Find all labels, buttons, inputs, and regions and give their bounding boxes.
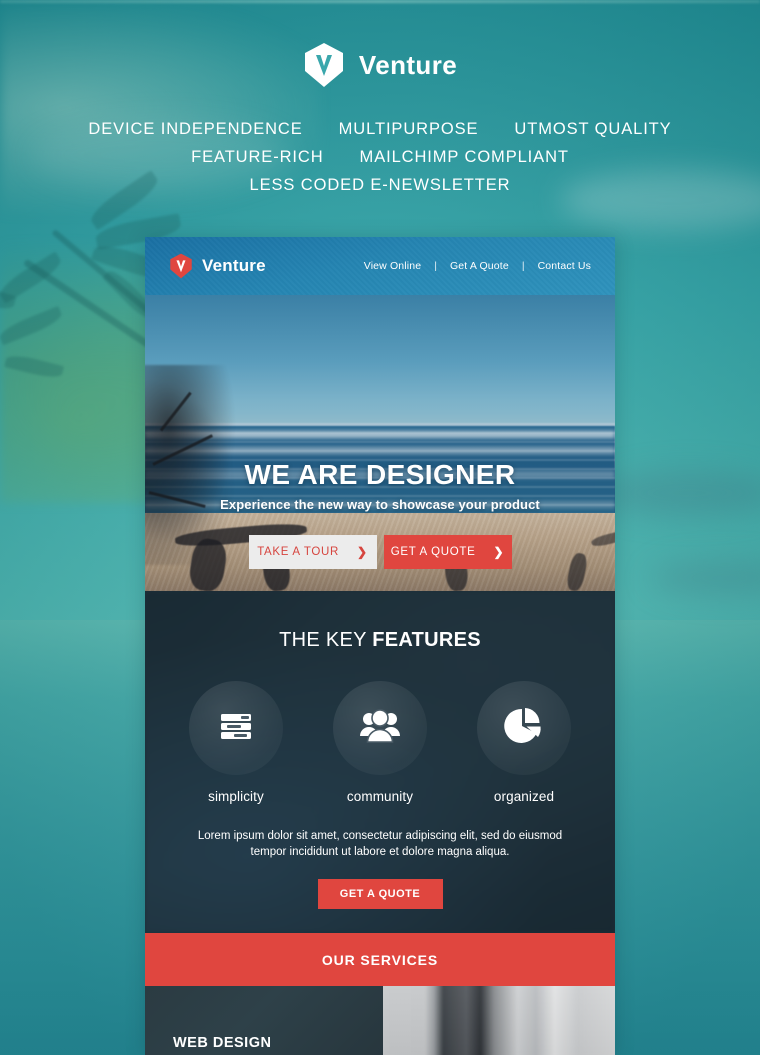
nav-link-contact-us[interactable]: Contact Us xyxy=(538,260,591,272)
service-card-web-design[interactable]: WEB DESIGN xyxy=(145,986,383,1055)
promo-brand-text: Venture xyxy=(358,50,458,80)
promo-feature-item: UTMOST QUALITY xyxy=(514,120,672,138)
server-list-icon xyxy=(216,706,256,751)
promo-feature-item: FEATURE-RICH xyxy=(191,148,324,166)
service-photo xyxy=(383,986,615,1055)
feature-item-organized[interactable]: organized xyxy=(476,681,572,804)
promo-logo: Venture xyxy=(303,42,457,88)
email-header-nav: View Online | Get A Quote | Contact Us xyxy=(364,260,591,272)
take-a-tour-label: TAKE A TOUR xyxy=(257,546,340,558)
features-item-row: simplicity community organized xyxy=(145,681,615,804)
screenshot-root: Venture DEVICE INDEPENDENCE MULTIPURPOSE U… xyxy=(0,0,760,1055)
features-section: THE KEY FEATURES simplicity community or… xyxy=(145,591,615,933)
promo-feature-item: MULTIPURPOSE xyxy=(338,120,479,138)
promo-feature-item: MAILCHIMP COMPLIANT xyxy=(359,148,569,166)
pie-chart-icon xyxy=(503,705,545,752)
features-get-a-quote-button[interactable]: GET A QUOTE xyxy=(317,879,443,909)
hero-button-group: TAKE A TOUR ❯ GET A QUOTE ❯ xyxy=(145,535,615,569)
features-description: Lorem ipsum dolor sit amet, consectetur … xyxy=(197,830,563,858)
venture-shield-logo-icon xyxy=(303,42,345,88)
venture-shield-logo-red-icon xyxy=(169,253,193,279)
feature-label-organized: organized xyxy=(493,789,555,804)
promo-feature-line: FEATURE-RICH MAILCHIMP COMPLIANT xyxy=(0,143,760,171)
feature-label-simplicity: simplicity xyxy=(208,789,264,804)
service-title-web-design: WEB DESIGN xyxy=(173,1035,272,1051)
feature-icon-circle xyxy=(333,681,427,775)
feature-icon-circle xyxy=(189,681,283,775)
nav-separator: | xyxy=(521,260,525,272)
hero-copy: WE ARE DESIGNER Experience the new way t… xyxy=(145,459,615,513)
promo-feature-list: DEVICE INDEPENDENCE MULTIPURPOSE UTMOST QU… xyxy=(0,115,760,199)
promo-feature-item: LESS CODED E-NEWSLETTER xyxy=(249,176,511,194)
take-a-tour-button[interactable]: TAKE A TOUR ❯ xyxy=(248,535,377,569)
email-header: Venture View Online | Get A Quote | Cont… xyxy=(145,237,615,295)
hero-get-a-quote-button[interactable]: GET A QUOTE ❯ xyxy=(383,535,512,569)
feature-label-community: community xyxy=(346,789,414,804)
chevron-right-icon: ❯ xyxy=(357,545,368,559)
hero-get-a-quote-label: GET A QUOTE xyxy=(390,546,476,558)
email-header-logo[interactable]: Venture xyxy=(169,253,266,279)
our-services-band: OUR SERVICES xyxy=(145,933,615,986)
features-heading-light: THE KEY xyxy=(279,629,373,651)
chevron-right-icon: ❯ xyxy=(493,545,505,559)
promo-feature-line: DEVICE INDEPENDENCE MULTIPURPOSE UTMOST QU… xyxy=(0,115,760,143)
hero-section: WE ARE DESIGNER Experience the new way t… xyxy=(145,295,615,591)
feature-item-community[interactable]: community xyxy=(332,681,428,804)
services-body: WEB DESIGN xyxy=(145,986,615,1055)
nav-separator: | xyxy=(434,260,437,272)
email-template-preview: Venture View Online | Get A Quote | Cont… xyxy=(145,237,615,1055)
promo-feature-item: DEVICE INDEPENDENCE xyxy=(88,120,303,138)
feature-icon-circle xyxy=(477,681,571,775)
our-services-label: OUR SERVICES xyxy=(321,951,439,968)
promo-feature-line: LESS CODED E-NEWSLETTER xyxy=(0,171,760,199)
people-group-icon xyxy=(359,706,401,751)
nav-link-view-online[interactable]: View Online xyxy=(364,260,422,272)
email-brand-text: Venture xyxy=(202,256,266,275)
nav-link-get-a-quote[interactable]: Get A Quote xyxy=(450,260,509,272)
hero-subtitle: Experience the new way to showcase your … xyxy=(220,497,540,512)
hero-title: WE ARE DESIGNER xyxy=(244,459,516,490)
promo-header: Venture DEVICE INDEPENDENCE MULTIPURPOSE U… xyxy=(0,0,760,199)
feature-item-simplicity[interactable]: simplicity xyxy=(188,681,284,804)
features-heading-bold: FEATURES xyxy=(372,629,481,651)
features-heading: THE KEY FEATURES xyxy=(145,629,615,652)
